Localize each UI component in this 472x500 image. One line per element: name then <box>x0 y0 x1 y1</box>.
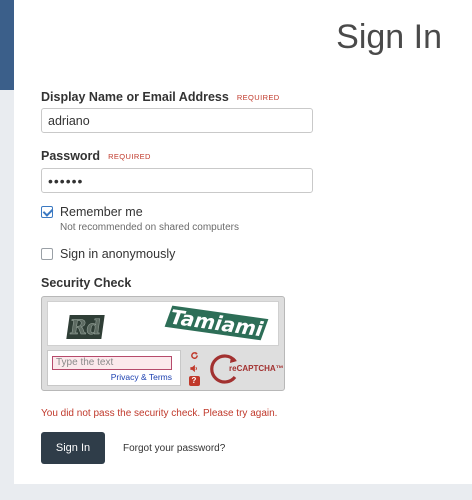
password-label-text: Password <box>41 149 101 163</box>
captcha-word-2: Tamiami <box>164 304 269 342</box>
password-input[interactable]: •••••• <box>41 168 313 193</box>
password-required-badge: REQUIRED <box>108 152 151 161</box>
password-input-value: •••••• <box>48 172 84 189</box>
forgot-password-link[interactable]: Forgot your password? <box>123 443 225 454</box>
remember-me-checkbox[interactable] <box>41 206 53 218</box>
security-check-title: Security Check <box>41 276 132 290</box>
anonymous-checkbox[interactable] <box>41 248 53 260</box>
login-input[interactable]: adriano <box>41 108 313 133</box>
captcha-word-1: Rd <box>66 315 105 339</box>
anonymous-label[interactable]: Sign in anonymously <box>60 247 175 261</box>
recaptcha-brand: reCAPTCHA™ <box>229 364 284 373</box>
password-label: Password REQUIRED <box>41 149 151 163</box>
captcha-response-box: Type the text Privacy & Terms <box>47 350 181 386</box>
captcha-response-input[interactable]: Type the text <box>52 356 172 370</box>
remember-me-hint: Not recommended on shared computers <box>60 222 239 233</box>
captcha-tools: ? <box>185 350 203 386</box>
recaptcha-logo: reCAPTCHA™ <box>207 353 284 385</box>
login-required-badge: REQUIRED <box>236 93 280 102</box>
remember-me-label[interactable]: Remember me <box>60 205 143 219</box>
refresh-icon[interactable] <box>189 350 200 360</box>
privacy-terms-link[interactable]: Privacy & Terms <box>111 372 172 382</box>
login-input-value: adriano <box>48 113 90 128</box>
error-message: You did not pass the security check. Ple… <box>41 408 278 419</box>
captcha-image: Rd Tamiami <box>47 301 279 346</box>
login-label-text: Display Name or Email Address <box>41 90 229 104</box>
captcha-widget: Rd Tamiami Type the text Privacy & Terms… <box>41 296 285 391</box>
side-accent-strip <box>0 0 14 90</box>
audio-icon[interactable] <box>189 363 200 373</box>
help-icon[interactable]: ? <box>188 376 200 386</box>
page-title: Sign In <box>336 18 442 56</box>
signin-panel: Sign In Display Name or Email Address REQ… <box>14 0 472 484</box>
login-label: Display Name or Email Address REQUIRED <box>41 90 280 104</box>
sign-in-button[interactable]: Sign In <box>41 432 105 464</box>
